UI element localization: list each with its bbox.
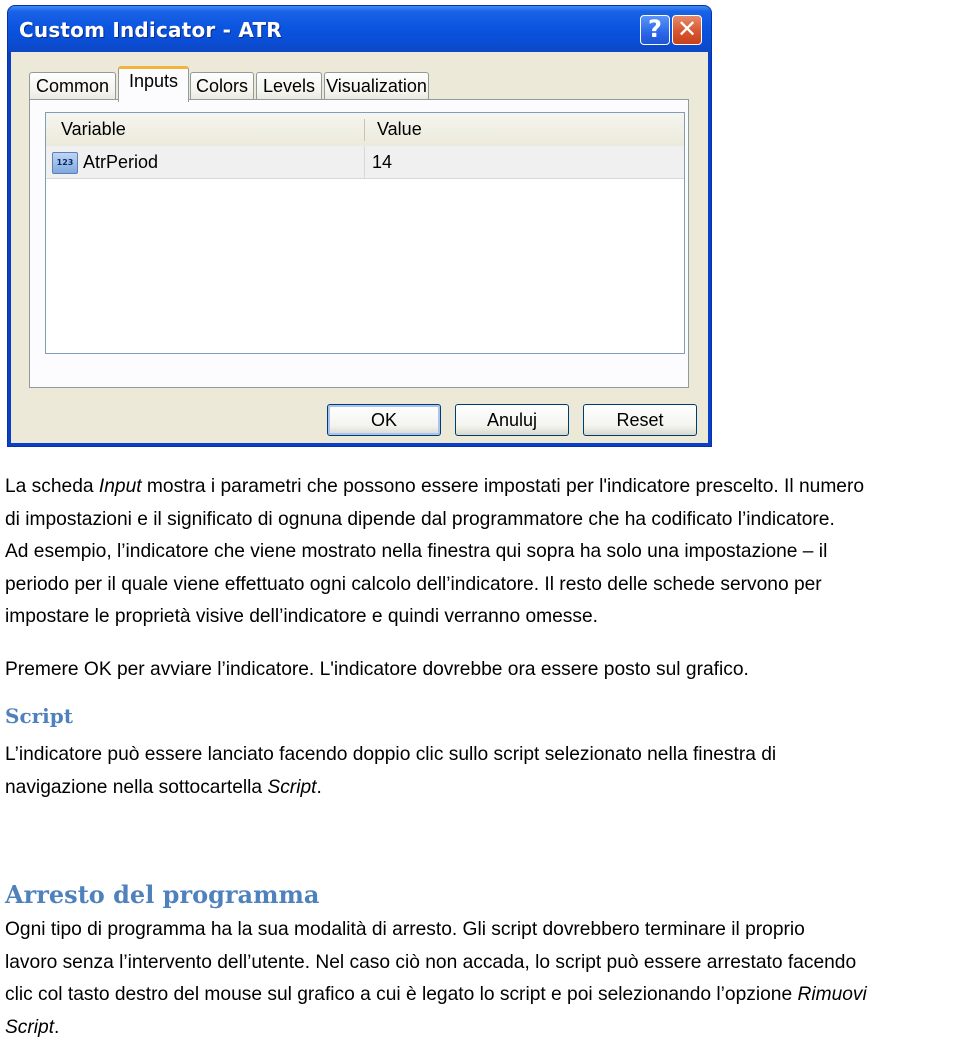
paragraph-input-tab: La scheda Input mostra i parametri che p… <box>5 471 960 634</box>
text-line: Script. <box>5 1012 960 1045</box>
italic-term-input: Input <box>98 476 142 497</box>
reset-button[interactable]: Reset <box>583 404 697 436</box>
inputs-grid[interactable]: Variable Value 123 AtrPeriod 14 <box>45 112 685 354</box>
text-run: La scheda <box>5 476 99 497</box>
grid-row[interactable]: 123 AtrPeriod 14 <box>46 146 684 179</box>
paragraph-arresto: Ogni tipo di programma ha la sua modalit… <box>5 914 960 1044</box>
tab-common[interactable]: Common <box>29 72 116 100</box>
column-divider[interactable] <box>364 119 365 141</box>
question-mark-icon: ? <box>648 15 662 43</box>
text-line: Ogni tipo di programma ha la sua modalit… <box>5 919 805 940</box>
tab-colors[interactable]: Colors <box>190 72 254 100</box>
heading-script: Script <box>5 704 73 728</box>
help-button[interactable]: ? <box>640 15 670 45</box>
text-line: Ad esempio, l’indicatore che viene mostr… <box>5 541 828 562</box>
text-line: di impostazioni e il significato di ognu… <box>5 508 835 530</box>
custom-indicator-dialog: Custom Indicator - ATR ? ✕ Common Inputs… <box>7 5 712 447</box>
title-bar[interactable]: Custom Indicator - ATR ? ✕ <box>8 6 711 52</box>
text-line: periodo per il quale viene effettuato og… <box>5 573 822 595</box>
dialog-client-area: Common Inputs Colors Levels Visualizatio… <box>11 52 708 443</box>
tab-levels[interactable]: Levels <box>256 72 322 100</box>
variable-name: AtrPeriod <box>83 152 159 172</box>
cancel-button[interactable]: Anuluj <box>455 404 569 436</box>
text-line: clic col tasto destro del mouse sul graf… <box>5 979 960 1012</box>
tab-visualization[interactable]: Visualization <box>324 72 429 100</box>
variable-value[interactable]: 14 <box>372 152 392 173</box>
text-line: La scheda Input mostra i parametri che p… <box>5 471 960 504</box>
dialog-title: Custom Indicator - ATR <box>19 18 282 42</box>
text-line: impostare le proprietà visive dell’indic… <box>5 606 598 627</box>
integer-variable-icon: 123 <box>52 152 78 174</box>
text-run: . <box>316 776 322 798</box>
inputs-tab-panel: Variable Value 123 AtrPeriod 14 <box>29 99 689 388</box>
ok-button[interactable]: OK <box>327 404 441 436</box>
italic-term-rimuovi: Rimuovi <box>797 984 867 1005</box>
text-line: lavoro senza l’intervento dell’utente. N… <box>5 951 857 973</box>
cell-divider <box>364 146 365 178</box>
tab-inputs[interactable]: Inputs <box>118 66 189 102</box>
column-header-variable[interactable]: Variable <box>61 119 126 140</box>
heading-arresto-del-programma: Arresto del programma <box>5 880 320 909</box>
text-run: . <box>54 1016 60 1038</box>
text-run: navigazione nella sottocartella <box>5 776 268 798</box>
text-run: clic col tasto destro del mouse sul graf… <box>5 984 798 1005</box>
text-run: mostra i parametri che possono essere im… <box>141 476 865 497</box>
grid-header: Variable Value <box>46 113 684 147</box>
close-icon: ✕ <box>676 15 698 43</box>
column-header-value[interactable]: Value <box>377 119 422 140</box>
text-line: navigazione nella sottocartella Script. <box>5 772 960 805</box>
italic-term-script: Script <box>267 776 317 798</box>
italic-term-script: Script <box>5 1016 55 1038</box>
close-button[interactable]: ✕ <box>672 15 702 45</box>
text-line: L’indicatore può essere lanciato facendo… <box>5 744 777 765</box>
paragraph-press-ok: Premere OK per avviare l’indicatore. L'i… <box>5 659 749 680</box>
paragraph-script: L’indicatore può essere lanciato facendo… <box>5 739 960 804</box>
